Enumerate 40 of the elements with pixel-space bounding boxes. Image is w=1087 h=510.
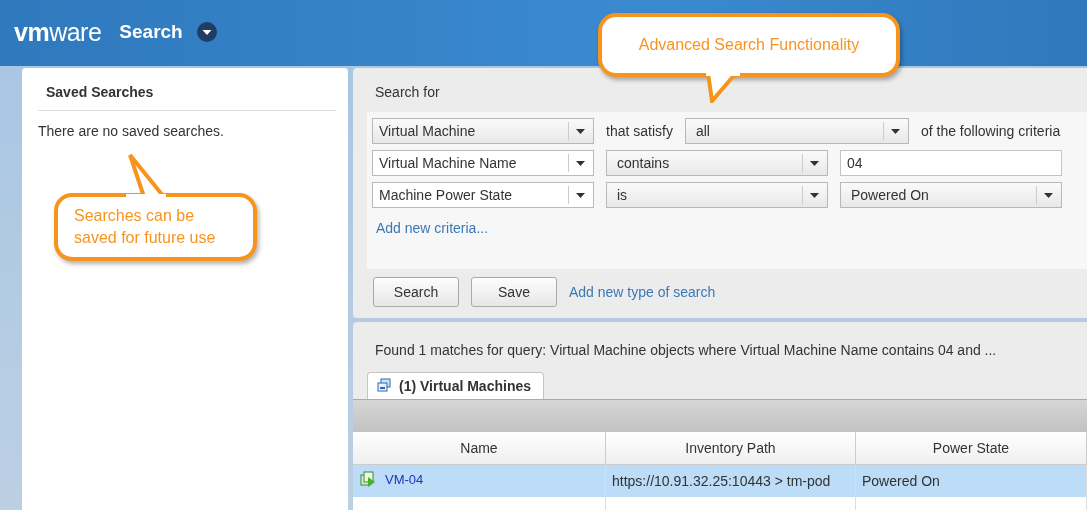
vm-icon	[359, 470, 377, 489]
form-text: of the following criteria	[920, 123, 1061, 139]
dropdown-icon[interactable]	[196, 22, 217, 42]
caret-icon	[576, 129, 585, 134]
add-search-type-link[interactable]: Add new type of search	[569, 284, 716, 300]
form-text: that satisfy	[606, 123, 673, 139]
caret-icon	[810, 161, 819, 166]
results-summary: Found 1 matches for query: Virtual Machine objects where Virtual Machine Name contains 04 and ...	[374, 341, 998, 360]
column-header[interactable]: Name	[353, 432, 606, 465]
table-cell: https://10.91.32.25:10443 > tm-pod	[605, 464, 856, 497]
match-dropdown[interactable]: all	[684, 118, 909, 144]
form-button[interactable]: Search	[373, 277, 459, 307]
callout-pointer-icon	[706, 73, 740, 103]
column-header[interactable]: Inventory Path	[605, 432, 856, 465]
table-cell: Powered On	[855, 464, 1087, 497]
panel-title: Saved Searches	[38, 68, 336, 111]
caret-icon	[576, 161, 585, 166]
logo: vmware	[14, 17, 102, 47]
empty-message: There are no saved searches.	[38, 122, 225, 139]
object-type-dropdown[interactable]: Virtual Machine	[372, 118, 594, 144]
operator-dropdown[interactable]: contains	[606, 150, 828, 176]
caret-icon	[1044, 193, 1053, 198]
page-title: Search	[119, 21, 183, 43]
field-dropdown[interactable]: Virtual Machine Name	[372, 150, 594, 176]
value-field[interactable]: 04	[840, 150, 1062, 176]
vm-stack-icon	[376, 378, 392, 394]
operator-dropdown[interactable]: is	[606, 182, 828, 208]
caret-icon	[890, 129, 900, 134]
column-header[interactable]: Power State	[855, 432, 1087, 465]
results-tab[interactable]: (1) Virtual Machines	[367, 372, 544, 399]
caret-icon	[810, 193, 819, 198]
value-dropdown[interactable]: Powered On	[840, 182, 1062, 208]
caret-icon	[576, 193, 585, 198]
field-dropdown[interactable]: Machine Power State	[372, 182, 594, 208]
add-criteria-link[interactable]: Add new criteria...	[372, 214, 489, 236]
table-row[interactable]: VM-04 https://10.91.32.25:10443 > tm-pod Powered On	[353, 464, 1087, 497]
callout-pointer-icon	[126, 153, 166, 197]
form-label: Search for	[374, 83, 440, 100]
vm-name-link[interactable]: VM-04	[385, 472, 424, 487]
form-button[interactable]: Save	[471, 277, 557, 307]
